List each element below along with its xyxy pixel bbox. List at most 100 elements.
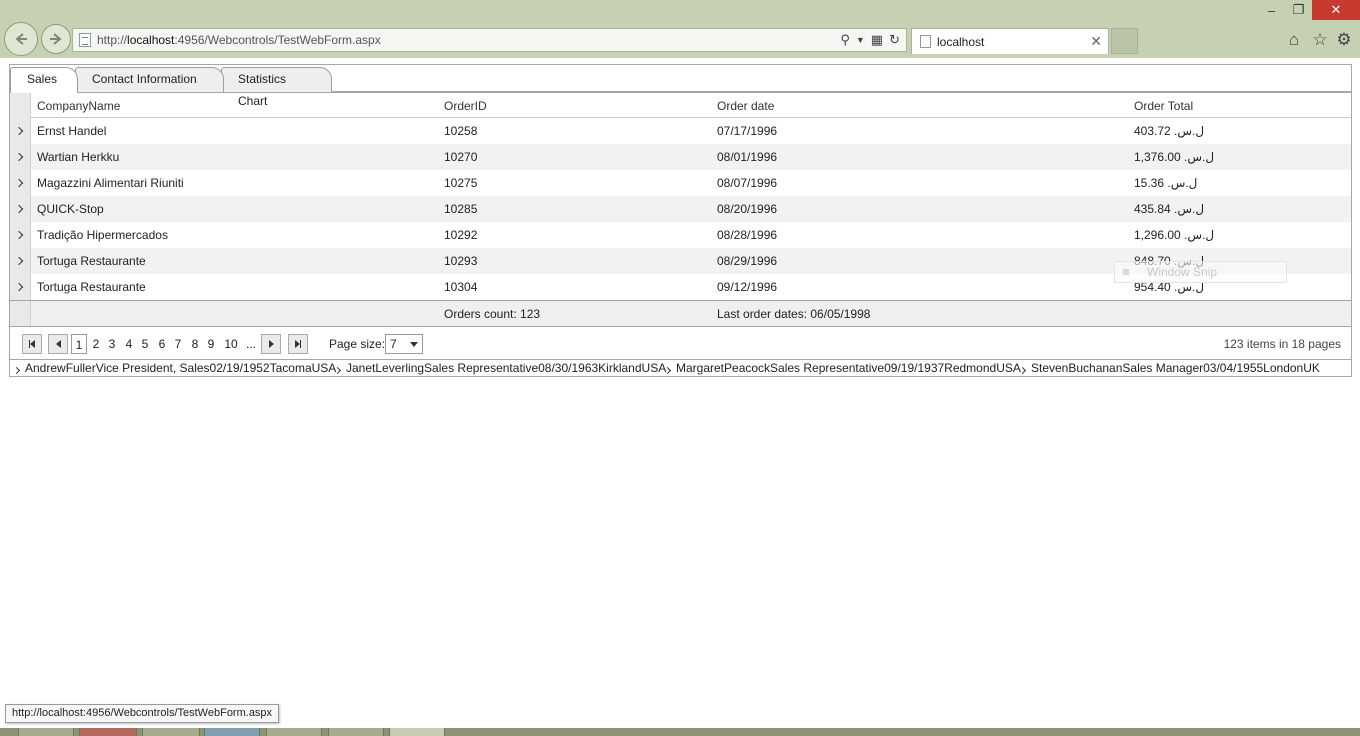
grid-pager: 1 2 3 4 5 6 7 8 9 10 ... Page size: 7 12… xyxy=(10,326,1351,360)
prev-page-button[interactable] xyxy=(48,334,68,354)
forward-button[interactable] xyxy=(41,24,71,54)
cell-order-date: 08/01/1996 xyxy=(717,150,778,164)
chevron-right-icon xyxy=(1018,366,1027,374)
page-5[interactable]: 5 xyxy=(139,334,151,354)
page-size-label: Page size: xyxy=(329,337,386,351)
last-order-date: Last order dates: 06/05/1998 xyxy=(717,307,871,321)
expand-row-button[interactable] xyxy=(10,118,31,144)
maximize-button[interactable]: ❐ xyxy=(1285,0,1312,20)
table-row[interactable]: Ernst Handel 10258 07/17/1996 403.72 .ل.… xyxy=(10,118,1351,144)
taskbar-item[interactable] xyxy=(328,728,384,736)
cell-order-id: 10258 xyxy=(444,124,478,138)
browser-chrome: http://localhost:4956/Webcontrols/TestWe… xyxy=(0,0,1360,58)
expand-row-button[interactable] xyxy=(10,170,31,196)
taskbar-item[interactable] xyxy=(204,728,260,736)
cell-order-id: 10285 xyxy=(444,202,478,216)
cell-company: Tortuga Restaurante xyxy=(37,254,146,268)
cell-order-id: 10292 xyxy=(444,228,478,242)
taskbar-item[interactable] xyxy=(142,728,200,736)
page-2[interactable]: 2 xyxy=(90,334,102,354)
cell-order-total: 403.72 .ل.س xyxy=(1134,124,1205,138)
expand-row-button[interactable] xyxy=(10,144,31,170)
taskbar-item[interactable] xyxy=(389,728,445,736)
tab-sales[interactable]: Sales xyxy=(10,67,78,93)
triangle-right-icon xyxy=(268,340,274,348)
home-icon[interactable]: ⌂ xyxy=(1284,30,1304,50)
refresh-icon[interactable]: ↻ xyxy=(889,32,900,48)
back-button[interactable] xyxy=(4,22,38,56)
expand-row-button[interactable] xyxy=(10,248,31,274)
cell-company: Tradição Hipermercados xyxy=(37,228,168,242)
expand-row-button[interactable] xyxy=(10,222,31,248)
chevron-right-icon xyxy=(14,204,24,214)
employee-list: AndrewFullerVice President, Sales02/19/1… xyxy=(10,360,1351,377)
cell-order-id: 10304 xyxy=(444,280,478,294)
chevron-down-icon xyxy=(410,342,418,347)
page-7[interactable]: 7 xyxy=(172,334,184,354)
tab-contact-information[interactable]: Contact Information xyxy=(75,67,224,92)
browser-tab-title: localhost xyxy=(937,34,985,49)
employee-text: MargaretPeacockSales Representative09/19… xyxy=(676,361,1021,375)
page-size-value: 7 xyxy=(390,337,397,351)
page-1[interactable]: 1 xyxy=(71,334,87,354)
cell-company: Tortuga Restaurante xyxy=(37,280,146,294)
search-icon[interactable]: ⚲ xyxy=(840,32,850,48)
close-tab-icon[interactable]: ✕ xyxy=(1090,33,1102,50)
triangle-left-icon xyxy=(55,340,61,348)
employee-item[interactable]: StevenBuchananSales Manager03/04/1955Lon… xyxy=(1018,360,1320,377)
first-page-button[interactable] xyxy=(22,334,42,354)
page-4[interactable]: 4 xyxy=(123,334,135,354)
taskbar-item[interactable] xyxy=(79,728,137,736)
expand-row-button[interactable] xyxy=(10,196,31,222)
last-page-button[interactable] xyxy=(288,334,308,354)
page-3[interactable]: 3 xyxy=(106,334,118,354)
chevron-right-icon xyxy=(14,152,24,162)
close-window-button[interactable]: ✕ xyxy=(1312,0,1360,20)
taskbar xyxy=(0,728,1360,736)
table-row[interactable]: Wartian Herkku 10270 08/01/1996 1,376.00… xyxy=(10,144,1351,170)
table-row[interactable]: Magazzini Alimentari Riuniti 10275 08/07… xyxy=(10,170,1351,196)
taskbar-item[interactable] xyxy=(18,728,74,736)
cell-order-date: 08/20/1996 xyxy=(717,202,778,216)
chevron-right-icon xyxy=(14,126,24,136)
column-header-order-date[interactable]: Order date xyxy=(717,93,774,119)
column-header-company[interactable]: CompanyName xyxy=(37,93,120,119)
cell-order-total: 15.36 .ل.س xyxy=(1134,176,1198,190)
expand-row-button[interactable] xyxy=(10,274,31,300)
employee-item[interactable]: MargaretPeacockSales Representative09/19… xyxy=(663,360,1021,377)
employee-item[interactable]: AndrewFullerVice President, Sales02/19/1… xyxy=(12,360,337,377)
table-row[interactable]: QUICK-Stop 10285 08/20/1996 435.84 .ل.س xyxy=(10,196,1351,222)
chevron-down-icon[interactable]: ▼ xyxy=(856,32,865,48)
page-6[interactable]: 6 xyxy=(156,334,168,354)
gear-icon[interactable]: ⚙ xyxy=(1334,30,1354,50)
column-header-order-total[interactable]: Order Total xyxy=(1134,93,1193,119)
compatibility-icon[interactable]: ▦ xyxy=(871,32,883,48)
address-bar[interactable]: http://localhost:4956/Webcontrols/TestWe… xyxy=(72,28,907,52)
browser-tab[interactable]: localhost ✕ xyxy=(911,28,1109,54)
address-url[interactable]: http://localhost:4956/Webcontrols/TestWe… xyxy=(97,33,381,47)
page-10[interactable]: 10 xyxy=(222,334,240,354)
cell-order-total: 1,376.00 .ل.س xyxy=(1134,150,1215,164)
page-more[interactable]: ... xyxy=(244,334,258,354)
column-header-order-id[interactable]: OrderID xyxy=(444,93,487,119)
next-page-button[interactable] xyxy=(261,334,281,354)
favorites-star-icon[interactable]: ☆ xyxy=(1310,30,1330,50)
cell-order-total: 435.84 .ل.س xyxy=(1134,202,1205,216)
chevron-right-icon xyxy=(333,366,342,374)
tab-statistics-chart[interactable]: Statistics Chart xyxy=(221,67,332,108)
page-9[interactable]: 9 xyxy=(205,334,217,354)
minimize-button[interactable]: – xyxy=(1258,0,1285,20)
chevron-right-icon xyxy=(12,366,21,374)
chevron-right-icon xyxy=(14,256,24,266)
page-8[interactable]: 8 xyxy=(189,334,201,354)
taskbar-item[interactable] xyxy=(266,728,322,736)
table-row[interactable]: Tradição Hipermercados 10292 08/28/1996 … xyxy=(10,222,1351,248)
page-icon xyxy=(79,33,91,47)
page-size-select[interactable]: 7 xyxy=(385,334,423,354)
employee-item[interactable]: JanetLeverlingSales Representative08/30/… xyxy=(333,360,666,377)
employee-text: AndrewFullerVice President, Sales02/19/1… xyxy=(25,361,337,375)
page-icon xyxy=(920,35,931,48)
orders-count: Orders count: 123 xyxy=(444,307,541,321)
new-tab-button[interactable] xyxy=(1111,28,1138,54)
grid-header: CompanyName OrderID Order date Order Tot… xyxy=(10,92,1351,119)
